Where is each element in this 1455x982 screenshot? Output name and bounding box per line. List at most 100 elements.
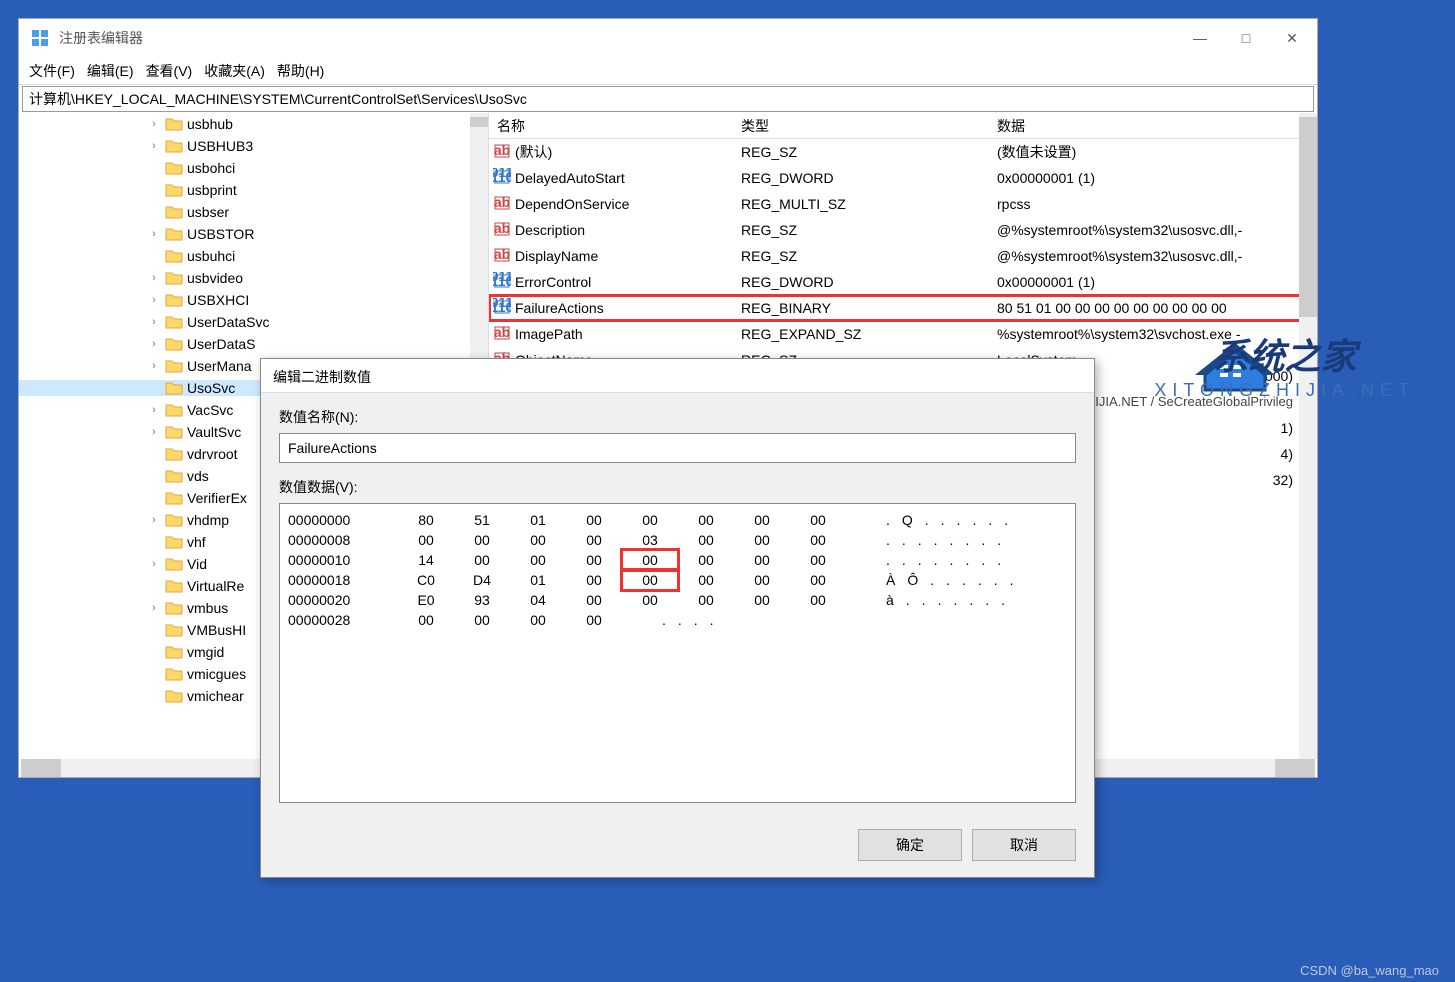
tree-item-usbvideo[interactable]: ›usbvideo <box>19 270 488 286</box>
header-data[interactable]: 数据 <box>997 116 1317 136</box>
app-icon <box>31 29 49 47</box>
hex-byte[interactable]: D4 <box>454 570 510 590</box>
hex-byte[interactable]: 01 <box>510 570 566 590</box>
value-row[interactable]: ab(默认)REG_SZ(数值未设置) <box>489 139 1317 165</box>
hex-byte[interactable]: 00 <box>734 550 790 570</box>
hex-byte[interactable]: 04 <box>510 590 566 610</box>
address-bar[interactable]: 计算机\HKEY_LOCAL_MACHINE\SYSTEM\CurrentCon… <box>22 86 1314 112</box>
hex-byte[interactable]: 00 <box>678 570 734 590</box>
tree-label: vhf <box>187 534 206 550</box>
tree-item-usbhub[interactable]: ›usbhub <box>19 116 488 132</box>
hex-byte[interactable]: 00 <box>678 530 734 550</box>
hex-byte[interactable]: 00 <box>566 510 622 530</box>
tree-item-USBHUB3[interactable]: › USBHUB3 <box>19 138 488 154</box>
hex-byte[interactable]: 00 <box>454 610 510 630</box>
hex-byte[interactable]: 00 <box>622 570 678 590</box>
hex-byte[interactable]: 14 <box>398 550 454 570</box>
value-type: REG_EXPAND_SZ <box>741 326 997 342</box>
expand-icon[interactable]: › <box>147 140 161 152</box>
binary-icon: 011110 <box>493 272 511 293</box>
expand-icon[interactable]: › <box>147 514 161 526</box>
hex-byte[interactable]: 00 <box>566 530 622 550</box>
expand-icon[interactable]: › <box>147 228 161 240</box>
close-button[interactable]: ✕ <box>1269 23 1315 53</box>
hex-byte[interactable]: C0 <box>398 570 454 590</box>
expand-icon[interactable]: › <box>147 338 161 350</box>
hex-byte[interactable]: 00 <box>566 610 622 630</box>
expand-icon[interactable]: › <box>147 118 161 130</box>
cancel-button[interactable]: 取消 <box>972 829 1076 861</box>
hex-byte[interactable]: 00 <box>790 510 846 530</box>
minimize-button[interactable]: — <box>1177 23 1223 53</box>
hex-byte[interactable]: 00 <box>510 530 566 550</box>
expand-icon[interactable]: › <box>147 558 161 570</box>
hex-byte[interactable]: E0 <box>398 590 454 610</box>
tree-item-UserDataS[interactable]: ›UserDataS <box>19 336 488 352</box>
hex-byte[interactable]: 00 <box>398 530 454 550</box>
menu-help[interactable]: 帮助(H) <box>277 61 324 81</box>
menu-view[interactable]: 查看(V) <box>146 61 193 81</box>
hex-byte[interactable]: 80 <box>398 510 454 530</box>
hex-byte[interactable]: 00 <box>566 570 622 590</box>
value-row[interactable]: abDependOnServiceREG_MULTI_SZrpcss <box>489 191 1317 217</box>
hex-byte[interactable]: 00 <box>622 510 678 530</box>
tree-item-USBSTOR[interactable]: ›USBSTOR <box>19 226 488 242</box>
hex-byte[interactable]: 00 <box>510 610 566 630</box>
hex-byte[interactable]: 00 <box>398 610 454 630</box>
value-row[interactable]: abDisplayNameREG_SZ@%systemroot%\system3… <box>489 243 1317 269</box>
value-row[interactable]: 011110ErrorControlREG_DWORD0x00000001 (1… <box>489 269 1317 295</box>
header-name[interactable]: 名称 <box>493 116 741 136</box>
expand-icon[interactable]: › <box>147 272 161 284</box>
tree-item-usbuhci[interactable]: usbuhci <box>19 248 488 264</box>
tree-item-USBXHCI[interactable]: ›USBXHCI <box>19 292 488 308</box>
hex-byte[interactable]: 00 <box>566 590 622 610</box>
expand-icon[interactable]: › <box>147 602 161 614</box>
maximize-button[interactable]: □ <box>1223 23 1269 53</box>
menu-file[interactable]: 文件(F) <box>29 61 75 81</box>
hex-byte[interactable]: 00 <box>566 550 622 570</box>
hex-byte[interactable]: 00 <box>678 550 734 570</box>
menu-favorites[interactable]: 收藏夹(A) <box>204 61 265 81</box>
menu-edit[interactable]: 编辑(E) <box>87 61 134 81</box>
hex-editor[interactable]: 000000008051010000000000.Q......00000008… <box>279 503 1076 803</box>
hex-byte[interactable]: 00 <box>734 510 790 530</box>
hex-byte[interactable]: 00 <box>622 550 678 570</box>
hex-byte[interactable]: 00 <box>790 590 846 610</box>
name-input[interactable] <box>279 433 1076 463</box>
tree-item-usbprint[interactable]: usbprint <box>19 182 488 198</box>
hex-byte[interactable]: 00 <box>734 590 790 610</box>
hex-byte[interactable]: 00 <box>734 530 790 550</box>
hex-byte[interactable]: 00 <box>678 510 734 530</box>
hex-byte[interactable]: 03 <box>622 530 678 550</box>
hex-byte[interactable]: 00 <box>734 570 790 590</box>
hex-byte[interactable]: 00 <box>622 590 678 610</box>
expand-icon[interactable]: › <box>147 404 161 416</box>
header-type[interactable]: 类型 <box>741 116 997 136</box>
svg-text:ab: ab <box>494 194 510 210</box>
hex-byte[interactable]: 00 <box>790 550 846 570</box>
hex-byte[interactable]: 00 <box>790 530 846 550</box>
tree-label: usbuhci <box>187 248 235 264</box>
hex-byte[interactable]: 00 <box>454 550 510 570</box>
ok-button[interactable]: 确定 <box>858 829 962 861</box>
hex-byte[interactable]: 00 <box>678 590 734 610</box>
expand-icon[interactable]: › <box>147 316 161 328</box>
value-row[interactable]: abDescriptionREG_SZ@%systemroot%\system3… <box>489 217 1317 243</box>
value-row[interactable]: 011110FailureActionsREG_BINARY80 51 01 0… <box>489 295 1317 321</box>
value-row[interactable]: 011110DelayedAutoStartREG_DWORD0x0000000… <box>489 165 1317 191</box>
hex-byte[interactable]: 93 <box>454 590 510 610</box>
hex-byte[interactable]: 00 <box>510 550 566 570</box>
hex-byte[interactable]: 00 <box>790 570 846 590</box>
tree-label: USBHUB3 <box>187 138 253 154</box>
tree-item-usbser[interactable]: usbser <box>19 204 488 220</box>
value-type: REG_SZ <box>741 222 997 238</box>
expand-icon[interactable]: › <box>147 426 161 438</box>
hex-byte[interactable]: 51 <box>454 510 510 530</box>
tree-item-UserDataSvc[interactable]: ›UserDataSvc <box>19 314 488 330</box>
tree-item-usbohci[interactable]: usbohci <box>19 160 488 176</box>
list-scrollbar[interactable] <box>1299 113 1317 759</box>
expand-icon[interactable]: › <box>147 360 161 372</box>
hex-byte[interactable]: 00 <box>454 530 510 550</box>
hex-byte[interactable]: 01 <box>510 510 566 530</box>
expand-icon[interactable]: › <box>147 294 161 306</box>
